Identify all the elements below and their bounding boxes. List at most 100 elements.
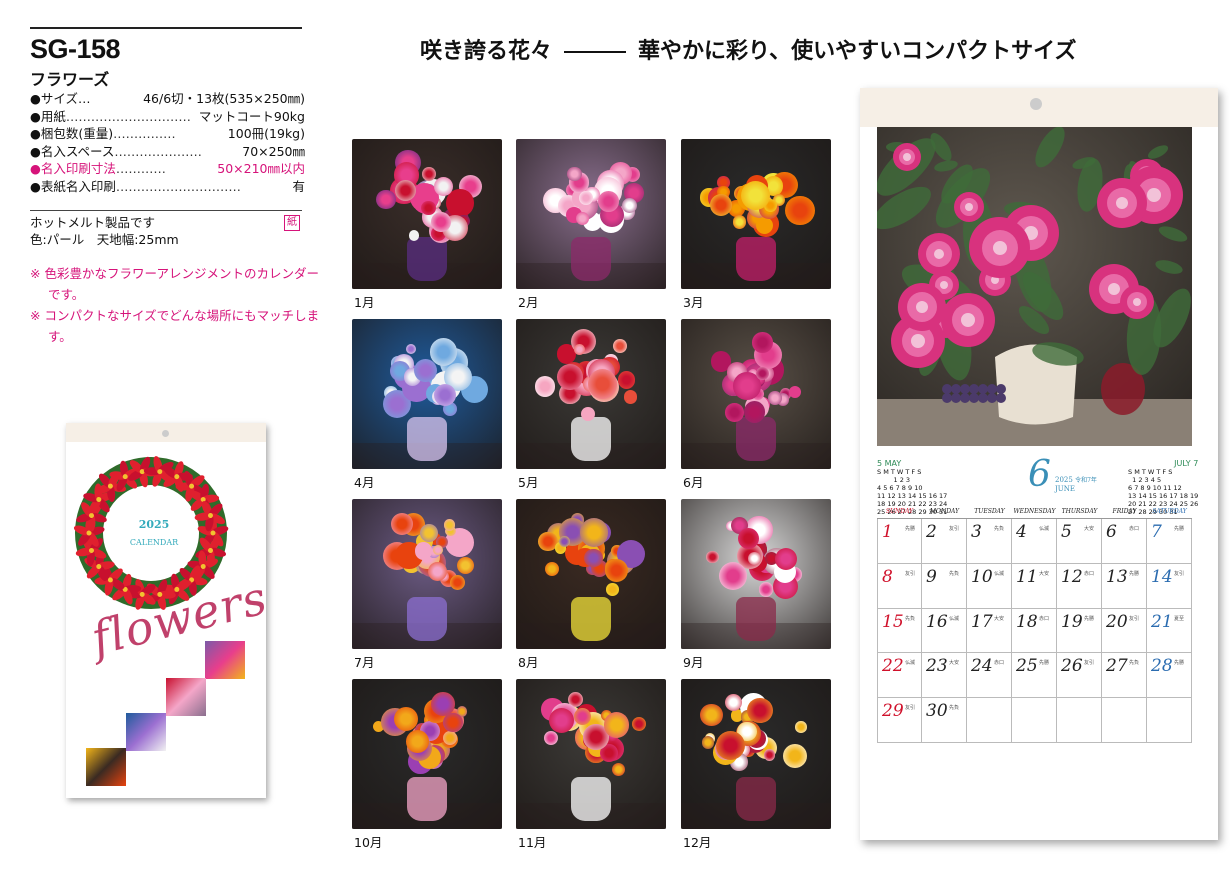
rokuyo-label: 赤口 bbox=[994, 660, 1005, 667]
prev-month-label: 5 MAY bbox=[877, 459, 902, 468]
date-cell: 6 赤口 bbox=[1102, 519, 1147, 564]
month-photo bbox=[681, 319, 831, 469]
rokuyo-label: 赤口 bbox=[1039, 615, 1050, 622]
month-label: 11月 bbox=[518, 835, 547, 850]
hang-hole bbox=[162, 430, 169, 437]
weekday-label: SATURDAY bbox=[1152, 508, 1187, 515]
spec-value: 有 bbox=[292, 178, 305, 194]
rokuyo-label: 仏滅 bbox=[949, 615, 960, 622]
month-photo bbox=[516, 679, 666, 829]
date-number: 30 bbox=[926, 701, 948, 722]
rokuyo-label: 先勝 bbox=[1129, 570, 1140, 577]
rokuyo-label: 大安 bbox=[949, 660, 960, 667]
rokuyo-label: 先勝 bbox=[1039, 660, 1050, 667]
date-number: 14 bbox=[1151, 566, 1173, 587]
top-rule bbox=[30, 27, 302, 29]
headline-left: 咲き誇る花々 bbox=[420, 39, 553, 64]
month-number: 6 bbox=[1028, 454, 1051, 495]
month-label: 1月 bbox=[354, 295, 375, 310]
spec-list: ●サイズ… 46/6切・13枚(535×250㎜) ●用紙………………………… マッ… bbox=[30, 90, 305, 196]
mini-row: 11 12 13 14 15 16 17 bbox=[877, 492, 948, 500]
mini-row: 4 5 6 7 8 9 10 bbox=[877, 484, 923, 492]
date-number: 15 bbox=[882, 611, 904, 632]
month-photo bbox=[681, 139, 831, 289]
date-number: 13 bbox=[1106, 566, 1128, 587]
date-cell: 20 友引 bbox=[1102, 608, 1147, 654]
date-number: 6 bbox=[1106, 522, 1117, 542]
date-cell: 22 仏滅 bbox=[877, 653, 922, 699]
rokuyo-label: 友引 bbox=[1174, 570, 1185, 577]
date-number: 24 bbox=[971, 656, 993, 677]
rokuyo-label: 友引 bbox=[905, 570, 916, 577]
date-cell: 23 大安 bbox=[922, 653, 967, 699]
product-name: フラワーズ bbox=[30, 70, 110, 89]
date-cell: 26 友引 bbox=[1057, 653, 1102, 699]
spec-value: 100冊(19kg) bbox=[227, 126, 305, 142]
cover-calendar-text: CALENDAR bbox=[129, 538, 179, 547]
date-cell: 25 先勝 bbox=[1012, 653, 1057, 699]
spec-label: ●名入スペース bbox=[30, 143, 115, 159]
rokuyo-label: 仏滅 bbox=[1039, 526, 1050, 532]
mini-row: 20 21 22 23 24 25 26 bbox=[1128, 500, 1199, 508]
date-number: 16 bbox=[926, 611, 948, 632]
date-cell: 10 仏滅 bbox=[967, 563, 1012, 609]
rokuyo-label: 先負 bbox=[949, 570, 960, 577]
spec-value: 70×250㎜ bbox=[242, 143, 305, 159]
rokuyo-label: 赤口 bbox=[1084, 570, 1095, 577]
headline: 咲き誇る花々 華やかに彩り、使いやすいコンパクトサイズ bbox=[420, 33, 1076, 65]
spec-dots: ………… bbox=[115, 161, 166, 177]
date-number: 26 bbox=[1061, 656, 1083, 677]
headline-right: 華やかに彩り、使いやすいコンパクトサイズ bbox=[638, 39, 1077, 64]
spec-dots bbox=[91, 90, 144, 108]
spec-label: ●名入印刷寸法 bbox=[30, 161, 116, 177]
weekday-label: MONDAY bbox=[929, 508, 960, 515]
calendar-era: 令和7年 bbox=[1075, 477, 1097, 484]
rokuyo-label: 大安 bbox=[1039, 570, 1050, 577]
date-cell: 19 先勝 bbox=[1057, 608, 1102, 654]
month-photo bbox=[352, 139, 502, 289]
weekday-label: FRIDAY bbox=[1112, 508, 1137, 515]
date-number: 21 bbox=[1151, 611, 1173, 632]
mini-row: 1 2 3 4 5 bbox=[1128, 476, 1162, 484]
spec-row: ●表紙名入印刷………………………… 有 bbox=[30, 178, 305, 196]
date-number: 4 bbox=[1016, 522, 1027, 542]
date-cell bbox=[1102, 698, 1147, 743]
month-photo bbox=[516, 139, 666, 289]
headline-dash bbox=[564, 51, 627, 53]
cover-year: 2025 bbox=[138, 518, 170, 531]
month-label: 3月 bbox=[683, 295, 704, 310]
date-cell: 29 友引 bbox=[877, 698, 922, 743]
rokuyo-label: 先勝 bbox=[905, 526, 916, 532]
rokuyo-label: 友引 bbox=[949, 526, 960, 532]
rokuyo-label: 先負 bbox=[994, 526, 1005, 532]
date-cell bbox=[967, 698, 1012, 743]
spec-dots: ………………… bbox=[114, 143, 202, 159]
date-cell bbox=[1147, 698, 1192, 743]
spec-row: ●用紙………………………… マットコート90kg bbox=[30, 108, 305, 126]
rokuyo-label: 友引 bbox=[1129, 615, 1140, 622]
date-cell: 16 仏滅 bbox=[922, 608, 967, 654]
date-cell bbox=[1057, 698, 1102, 743]
date-number: 27 bbox=[1106, 656, 1128, 677]
mini-row: 13 14 15 16 17 18 19 bbox=[1128, 492, 1199, 500]
hang-hole bbox=[1030, 98, 1042, 110]
month-label: 12月 bbox=[683, 835, 712, 850]
date-cell: 12 赤口 bbox=[1057, 563, 1102, 609]
cover-thumb bbox=[166, 678, 206, 716]
mini-row: 1 2 3 bbox=[877, 476, 911, 484]
date-number: 22 bbox=[882, 656, 904, 677]
date-number: 17 bbox=[971, 611, 993, 632]
date-cell: 15 先負 bbox=[877, 608, 922, 654]
remark-line: ※ 色彩豊かなフラワーアレンジメントのカレンダーです。 bbox=[30, 266, 319, 302]
month-info: 2025 令和7年 JUNE bbox=[1055, 476, 1097, 493]
cover-thumb bbox=[86, 748, 126, 786]
weekday-header: SUNDAY MONDAY TUESDAY WEDNESDAY THURSDAY FRID… bbox=[877, 508, 1192, 518]
spec-dots: ………………………… bbox=[65, 108, 191, 124]
month-photo bbox=[681, 679, 831, 829]
date-number: 11 bbox=[1016, 566, 1038, 587]
date-number: 5 bbox=[1061, 522, 1072, 542]
month-photo bbox=[352, 679, 502, 829]
weekday-label: WEDNESDAY bbox=[1013, 508, 1056, 515]
date-number: 3 bbox=[971, 522, 982, 542]
date-cell: 30 先負 bbox=[922, 698, 967, 743]
